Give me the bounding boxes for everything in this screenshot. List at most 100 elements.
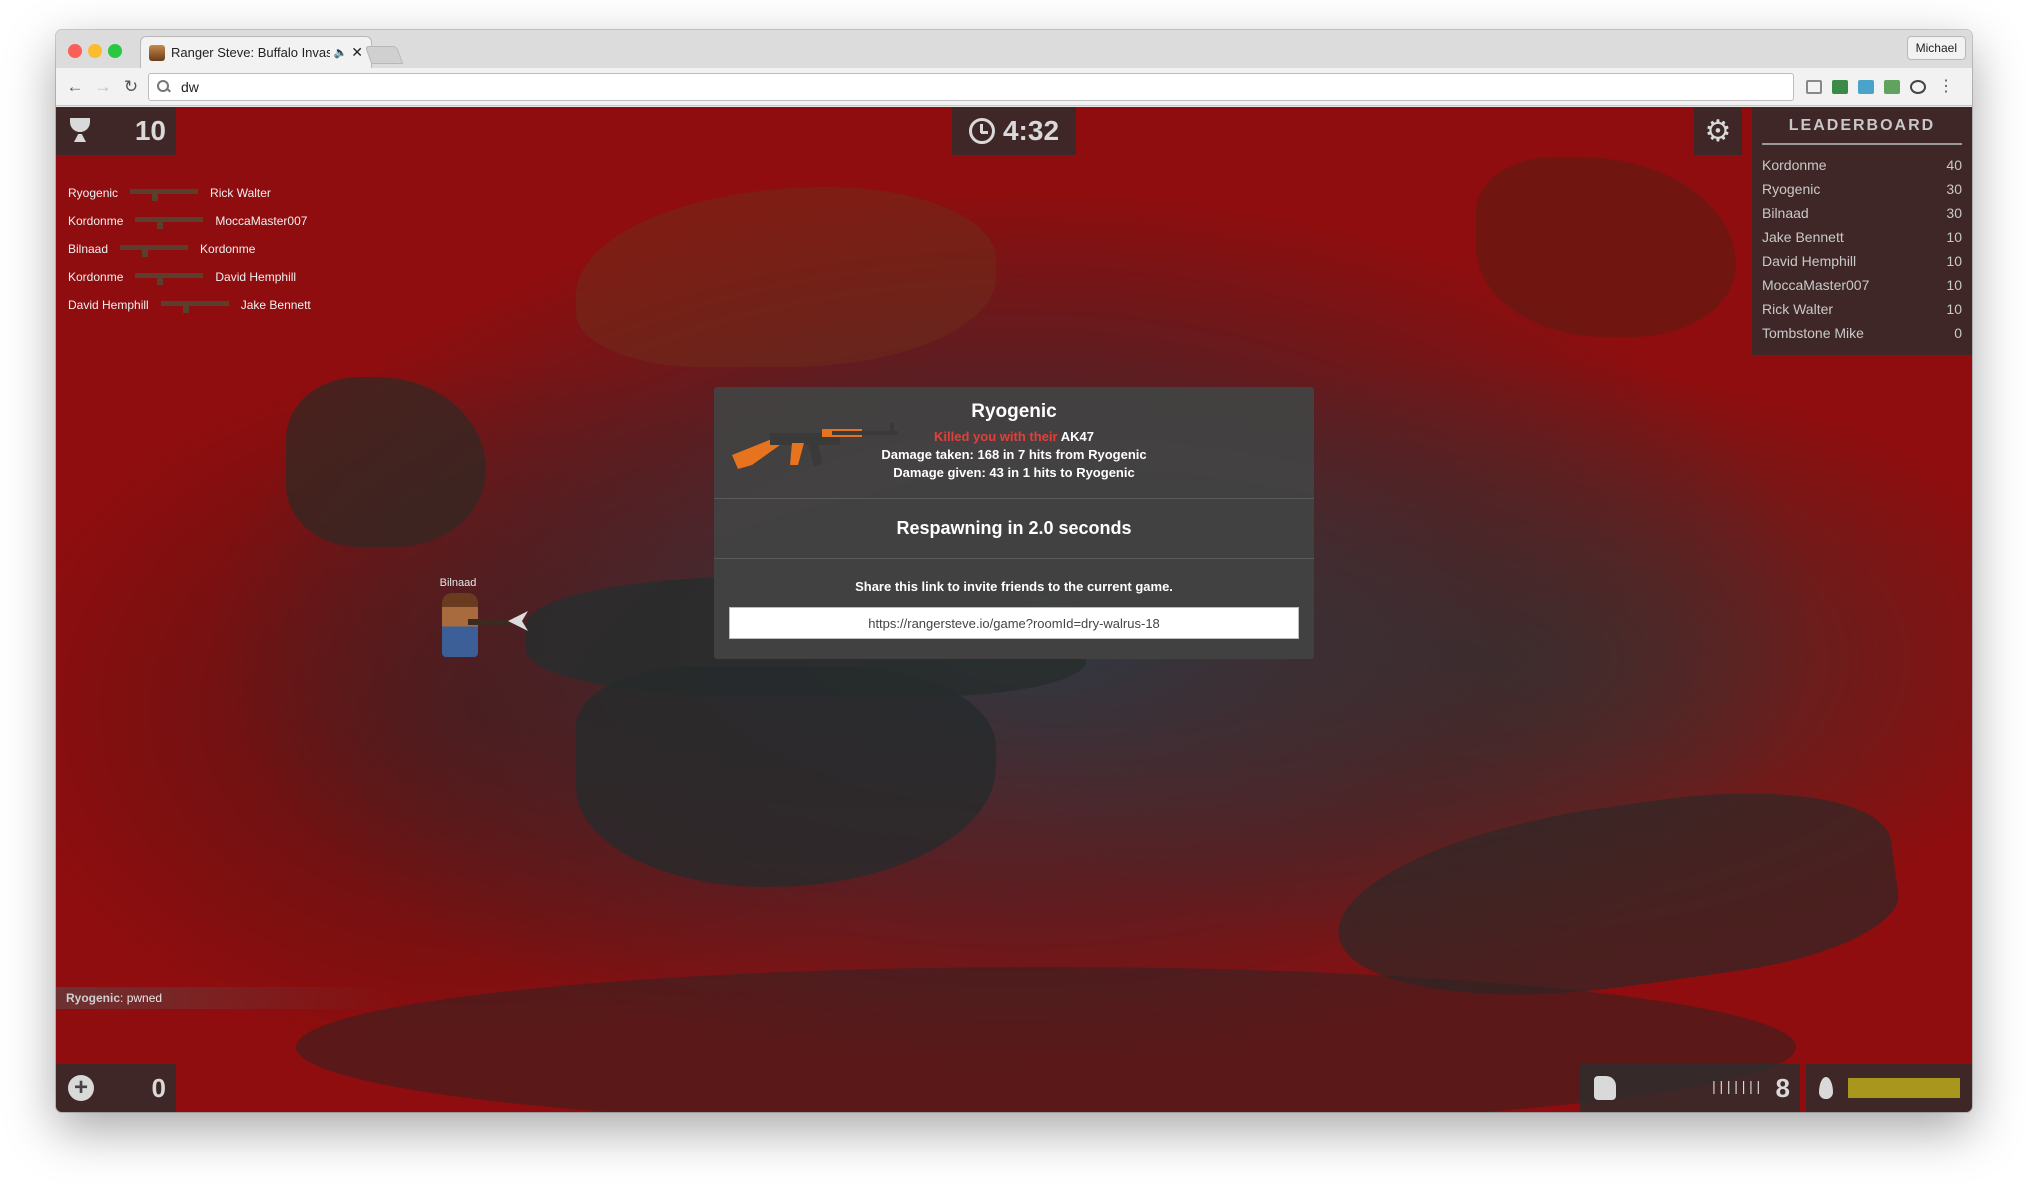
settings-button[interactable]: ⚙ <box>1694 107 1742 155</box>
leaderboard-row: David Hemphill 10 <box>1762 249 1962 273</box>
leaderboard-row: Tombstone Mike 0 <box>1762 321 1962 345</box>
kill-feed-entry: Ryogenic Rick Walter <box>68 179 311 207</box>
new-tab-button[interactable] <box>364 46 404 64</box>
leaderboard: LEADERBOARD Kordonme 40 Ryogenic 30 Bilnaa… <box>1752 107 1972 355</box>
leaderboard-score: 10 <box>1946 301 1962 317</box>
kill-feed-victim: David Hemphill <box>215 270 297 284</box>
chat-message: Ryogenic: pwned <box>56 987 396 1009</box>
leaderboard-player: Jake Bennett <box>1762 229 1844 245</box>
leaderboard-score: 10 <box>1946 253 1962 269</box>
health-plus-icon: + <box>68 1075 94 1101</box>
browser-menu-icon[interactable]: ⋮ <box>1938 76 1954 96</box>
kill-feed-victim: Kordonme <box>200 242 256 256</box>
leaderboard-player: David Hemphill <box>1762 253 1857 269</box>
back-button[interactable]: ← <box>64 76 86 98</box>
weapon-name: AK47 <box>1060 429 1094 444</box>
kill-feed-entry: David Hemphill Jake Bennett <box>68 291 311 319</box>
damage-taken-from: from <box>1055 447 1085 462</box>
privacy-extension-icon[interactable] <box>1910 80 1926 94</box>
timer-panel: 4:32 <box>952 107 1076 155</box>
leaderboard-score: 40 <box>1946 157 1962 173</box>
kill-feed-killer: Kordonme <box>68 270 124 284</box>
flame-icon <box>1818 1075 1836 1101</box>
ribcage-rock <box>576 187 996 367</box>
leaderboard-player: Rick Walter <box>1762 301 1834 317</box>
damage-taken-player: Ryogenic <box>1088 447 1147 462</box>
tab-title: Ranger Steve: Buffalo Invas <box>171 45 330 60</box>
leaderboard-player: Ryogenic <box>1762 181 1821 197</box>
leaderboard-player: Tombstone Mike <box>1762 325 1864 341</box>
search-icon <box>157 80 171 94</box>
death-summary: Ryogenic Killed you with their AK47 Dama… <box>714 387 1314 499</box>
damage-given-label: Damage given: <box>893 465 986 480</box>
calendar-extension-icon[interactable] <box>1832 80 1848 94</box>
damage-given-to: to <box>1060 465 1073 480</box>
forward-button[interactable]: → <box>92 76 114 98</box>
rifle-icon <box>135 273 204 285</box>
player-character: Bilnaad <box>428 577 528 667</box>
rifle-icon <box>120 245 189 257</box>
fuel-bar <box>1848 1078 1960 1098</box>
leaderboard-row: Bilnaad 30 <box>1762 201 1962 225</box>
leaderboard-score: 10 <box>1946 277 1962 293</box>
leaderboard-row: Kordonme 40 <box>1762 153 1962 177</box>
kill-feed-victim: Jake Bennett <box>240 298 311 312</box>
share-link-field[interactable] <box>729 607 1299 639</box>
kill-feed-victim: MoccaMaster007 <box>215 214 308 228</box>
tree-stump <box>1476 157 1736 337</box>
kill-feed-killer: Bilnaad <box>68 242 109 256</box>
tab-close-icon[interactable]: ✕ <box>351 44 363 61</box>
player-weapon <box>468 619 512 625</box>
mushroom-ledge <box>286 377 486 547</box>
muzzle-flash-icon <box>508 611 528 631</box>
leaderboard-row: Jake Bennett 10 <box>1762 225 1962 249</box>
kill-feed-victim: Rick Walter <box>210 186 271 200</box>
grenade-icon <box>1594 1076 1616 1100</box>
leaderboard-player: Kordonme <box>1762 157 1827 173</box>
game-canvas[interactable]: Bilnaad 10 4:32 ⚙ LEADERBOARD Kordonme 40… <box>56 107 1972 1112</box>
ranger-steve-favicon-icon <box>149 44 165 61</box>
chat-author: Ryogenic <box>66 991 121 1005</box>
timer-value: 4:32 <box>1002 115 1060 146</box>
leaderboard-player: MoccaMaster007 <box>1762 277 1870 293</box>
score-panel: 10 <box>56 107 176 155</box>
clock-icon <box>968 118 995 144</box>
death-modal: Ryogenic Killed you with their AK47 Dama… <box>714 387 1314 659</box>
leaderboard-row: Rick Walter 10 <box>1762 297 1962 321</box>
rifle-icon <box>130 189 199 201</box>
score-value: 10 <box>134 115 166 146</box>
damage-given-line: Damage given: 43 in 1 hits to Ryogenic <box>714 465 1314 480</box>
speaker-icon[interactable]: 🔈 <box>334 46 348 59</box>
reload-button[interactable]: ↻ <box>120 76 142 98</box>
leaderboard-player: Bilnaad <box>1762 205 1809 221</box>
respawn-countdown: Respawning in 2.0 seconds <box>714 499 1314 559</box>
damage-given-player: Ryogenic <box>1076 465 1135 480</box>
leaderboard-score: 10 <box>1946 229 1962 245</box>
address-bar[interactable]: dw <box>148 73 1794 101</box>
play-extension-icon[interactable] <box>1858 80 1874 94</box>
damage-given-amount: 43 <box>989 465 1004 480</box>
window-maximize-button[interactable] <box>108 44 122 58</box>
browser-tab[interactable]: Ranger Steve: Buffalo Invas 🔈 ✕ <box>140 36 372 68</box>
player-name-label: Bilnaad <box>439 577 477 589</box>
killed-by-text: Killed you with their <box>934 429 1058 444</box>
cast-icon[interactable] <box>1806 80 1822 94</box>
chat-text: pwned <box>126 991 163 1005</box>
profile-button[interactable]: Michael <box>1906 36 1966 60</box>
jetpack-panel <box>1806 1064 1972 1112</box>
cave-rock <box>576 667 996 887</box>
fuel-bar-fill <box>1848 1078 1960 1098</box>
killed-by-line: Killed you with their AK47 <box>714 429 1314 444</box>
health-value: 0 <box>151 1072 166 1103</box>
damage-taken-hits: 7 hits <box>1018 447 1052 462</box>
leaderboard-score: 30 <box>1946 205 1962 221</box>
share-instructions: Share this link to invite friends to the… <box>855 579 1173 594</box>
kill-feed-entry: Kordonme David Hemphill <box>68 263 311 291</box>
damage-given-hits: 1 hits <box>1022 465 1057 480</box>
kill-feed-killer: Ryogenic <box>68 186 119 200</box>
tools-extension-icon[interactable] <box>1884 80 1900 94</box>
window-minimize-button[interactable] <box>88 44 102 58</box>
window-close-button[interactable] <box>68 44 82 58</box>
browser-toolbar: ← → ↻ dw ⋮ <box>56 68 1972 106</box>
browser-window: Ranger Steve: Buffalo Invas 🔈 ✕ Michael … <box>56 30 1972 1112</box>
